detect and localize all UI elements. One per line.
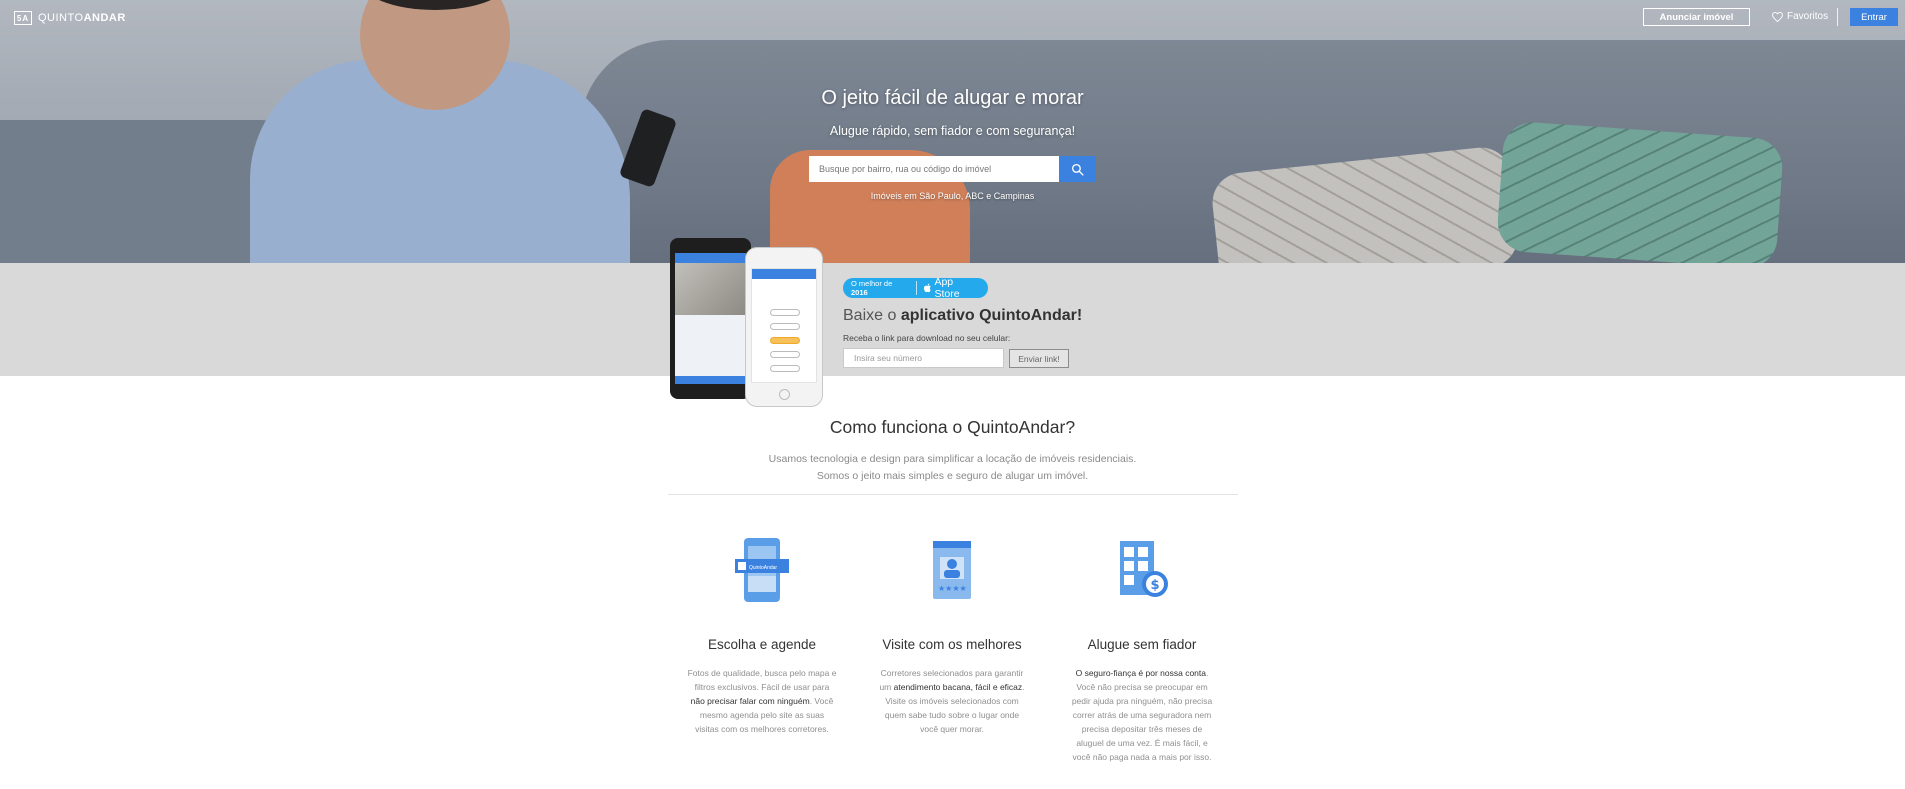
iphone-screen xyxy=(751,268,817,383)
anunciar-imovel-button[interactable]: Anunciar imóvel xyxy=(1643,8,1750,26)
phone-app-icon: QuintoAndar xyxy=(687,535,837,605)
time-slot xyxy=(770,323,800,330)
entrar-button[interactable]: Entrar xyxy=(1850,8,1898,26)
app-store-badge[interactable]: O melhor de 2016 App Store xyxy=(843,276,988,300)
logo-mark: 5A xyxy=(14,11,32,25)
how-it-works-subtitle: Usamos tecnologia e design para simplifi… xyxy=(768,453,1137,482)
logo[interactable]: 5A QUINTOANDAR xyxy=(14,11,126,25)
hero-title: O jeito fácil de alugar e morar xyxy=(821,87,1084,109)
time-slot xyxy=(770,365,800,372)
section-divider xyxy=(668,494,1238,495)
app-download-label: Receba o link para download no seu celul… xyxy=(843,333,1011,343)
phone-number-input[interactable] xyxy=(843,348,1004,368)
svg-text:QuintoAndar: QuintoAndar xyxy=(749,565,777,571)
feature-title: Visite com os melhores xyxy=(882,637,1022,652)
logo-text: QUINTOANDAR xyxy=(38,12,126,24)
app-heading: Baixe o aplicativo QuintoAndar! xyxy=(843,307,1083,324)
svg-text:$: $ xyxy=(1151,578,1160,593)
feature-title: Escolha e agende xyxy=(707,637,817,652)
feature-visite-melhores: ★★★★ Visite com os melhores Corretores s… xyxy=(877,535,1027,736)
hero-cities-note: Imóveis em São Paulo, ABC e Campinas xyxy=(870,191,1035,201)
time-slot xyxy=(770,309,800,316)
building-money-icon: $ xyxy=(1067,535,1217,605)
search-icon xyxy=(1071,163,1084,176)
android-footer-bar xyxy=(675,376,746,384)
feature-description: Fotos de qualidade, busca pelo mapa e fi… xyxy=(687,668,837,734)
favoritos-link[interactable]: Favoritos xyxy=(1772,11,1828,22)
heart-icon xyxy=(1772,11,1783,22)
feature-alugue-sem-fiador: $ Alugue sem fiador O seguro-fiança é po… xyxy=(1067,535,1217,764)
iphone-app-bar xyxy=(752,269,816,279)
badge-separator xyxy=(915,281,917,295)
iphone-home-button xyxy=(779,389,790,400)
hero-section: 5A QUINTOANDAR Anunciar imóvel Favoritos… xyxy=(0,0,1905,263)
feature-title: Alugue sem fiador xyxy=(1087,637,1197,652)
apple-icon xyxy=(923,283,931,293)
agent-badge-icon: ★★★★ xyxy=(877,535,1027,605)
nav-divider xyxy=(1837,8,1838,26)
top-navigation: 5A QUINTOANDAR Anunciar imóvel Favoritos… xyxy=(0,0,1905,36)
android-app-bar xyxy=(675,253,746,263)
search-input[interactable] xyxy=(809,156,1096,182)
hero-subtitle: Alugue rápido, sem fiador e com seguranç… xyxy=(829,124,1076,138)
feature-escolha-agende: QuintoAndar Escolha e agende Fotos de qu… xyxy=(687,535,837,736)
time-slot xyxy=(770,351,800,358)
feature-description: Corretores selecionados para garantir um… xyxy=(879,668,1025,734)
android-screen xyxy=(675,253,746,384)
svg-text:★★★★: ★★★★ xyxy=(938,584,967,593)
feature-description: O seguro-fiança é por nossa conta. Você … xyxy=(1071,668,1213,762)
android-phone-mockup xyxy=(670,238,751,399)
app-store-label: App Store xyxy=(923,276,980,300)
how-it-works-title: Como funciona o QuintoAndar? xyxy=(829,417,1076,437)
search-button[interactable] xyxy=(1059,156,1096,182)
favoritos-label: Favoritos xyxy=(1787,11,1829,22)
iphone-mockup xyxy=(745,247,823,407)
award-text: O melhor de 2016 xyxy=(851,279,893,297)
time-slot-selected xyxy=(770,337,800,344)
send-link-button[interactable]: Enviar link! xyxy=(1009,349,1069,368)
android-listing-photo xyxy=(675,263,746,315)
